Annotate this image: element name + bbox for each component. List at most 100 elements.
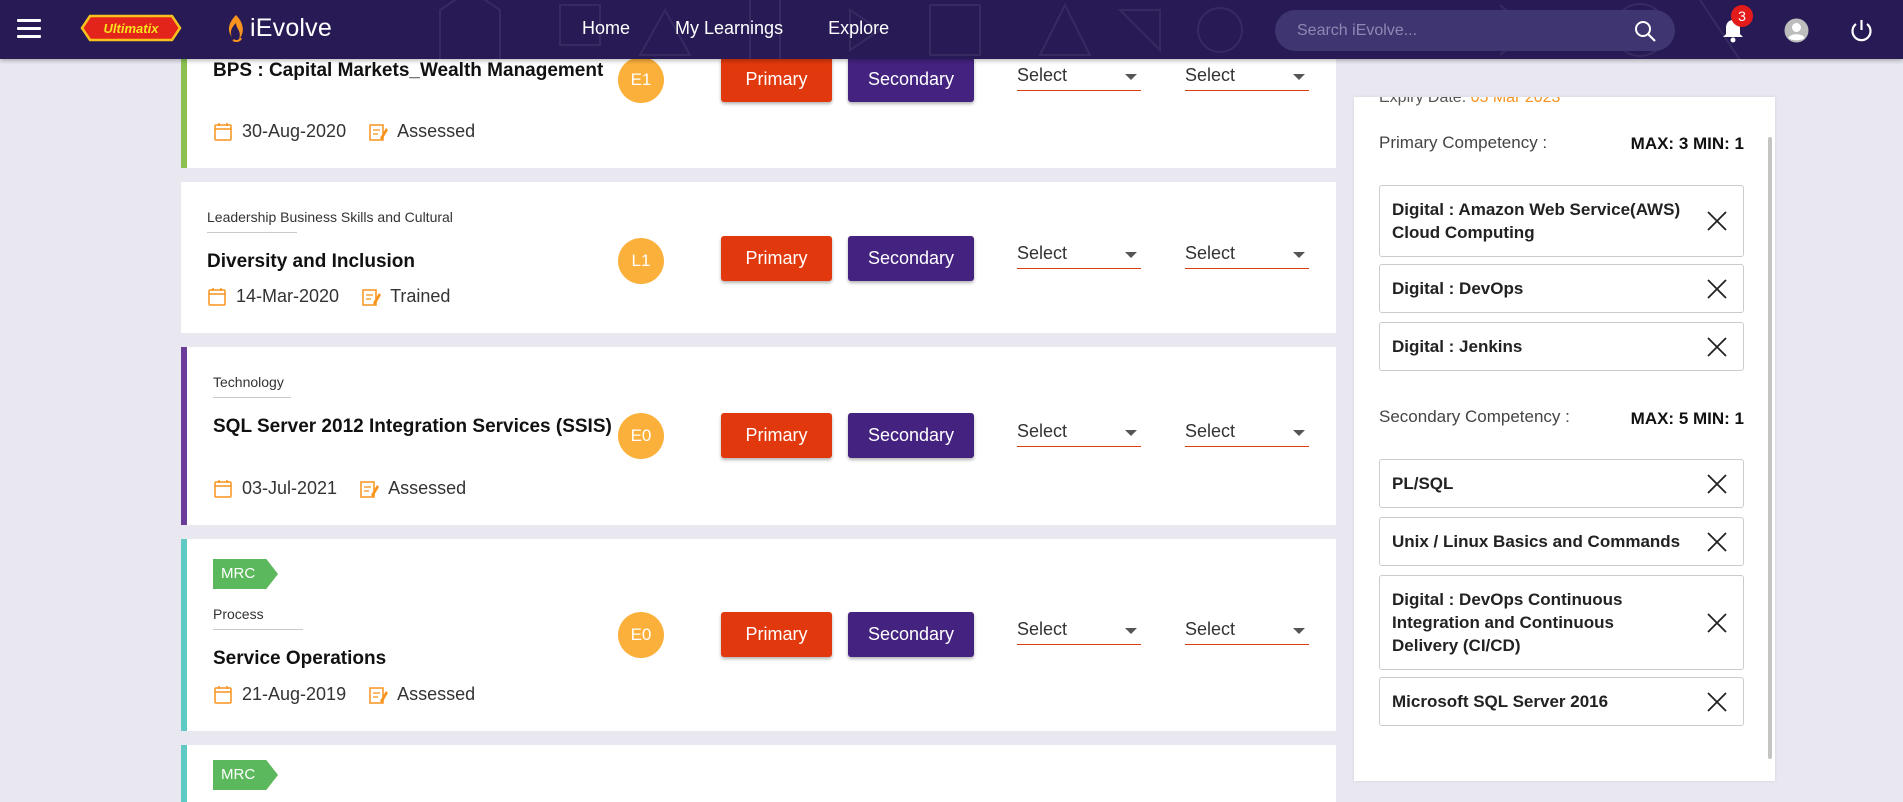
- hamburger-menu-icon[interactable]: [17, 19, 41, 39]
- primary-competency-select[interactable]: Select: [1017, 421, 1141, 447]
- chevron-down-icon: [1125, 252, 1137, 258]
- assessment-icon: [369, 686, 389, 704]
- select-value: Select: [1017, 65, 1068, 85]
- completion-date: 03-Jul-2021: [242, 478, 338, 498]
- calendar-icon: [214, 479, 232, 498]
- chevron-down-icon: [1293, 430, 1305, 436]
- category-divider: [213, 629, 303, 630]
- primary-competency-select[interactable]: Select: [1017, 243, 1141, 269]
- calendar-icon: [208, 287, 226, 306]
- expiry-date: Expiry Date: 05 Mar 2023: [1379, 97, 1560, 107]
- expiry-label: Expiry Date:: [1379, 97, 1467, 106]
- chevron-down-icon: [1125, 628, 1137, 634]
- close-icon[interactable]: [1705, 209, 1729, 233]
- learning-status: Assessed: [397, 684, 476, 704]
- proficiency-level-badge: E0: [618, 612, 664, 658]
- ievolve-logo[interactable]: iEvolve: [224, 11, 332, 45]
- secondary-competency-chip: PL/SQL: [1379, 459, 1744, 508]
- chip-label: Digital : Jenkins: [1392, 337, 1523, 356]
- chip-label: Digital : Amazon Web Service(AWS) Cloud …: [1392, 200, 1681, 242]
- mrc-tag: MRC: [213, 760, 278, 790]
- nav-explore[interactable]: Explore: [828, 18, 889, 39]
- mrc-tag: MRC: [213, 559, 278, 589]
- user-icon[interactable]: [1784, 18, 1809, 43]
- competency-panel: Expiry Date: 05 Mar 2023 Primary Compete…: [1354, 97, 1775, 781]
- select-value: Select: [1017, 243, 1068, 263]
- card-meta: 21-Aug-2019 Assessed: [213, 684, 475, 705]
- search-input[interactable]: [1275, 21, 1615, 40]
- primary-button[interactable]: Primary: [721, 236, 832, 281]
- primary-competency-select[interactable]: Select: [1017, 65, 1141, 91]
- notification-count-badge: 3: [1731, 5, 1753, 27]
- chip-label: Microsoft SQL Server 2016: [1392, 692, 1609, 711]
- secondary-competency-select[interactable]: Select: [1185, 421, 1309, 447]
- power-icon[interactable]: [1849, 18, 1874, 43]
- proficiency-level-badge: E1: [618, 57, 664, 103]
- course-category: Process: [213, 606, 264, 622]
- category-divider: [207, 232, 297, 233]
- card-status-stripe: [181, 745, 187, 802]
- close-icon[interactable]: [1705, 335, 1729, 359]
- primary-competency-chip: Digital : Amazon Web Service(AWS) Cloud …: [1379, 185, 1744, 257]
- course-category: Technology: [213, 374, 284, 390]
- course-title: BPS : Capital Markets_Wealth Management: [213, 60, 604, 81]
- chip-label: Unix / Linux Basics and Commands: [1392, 532, 1681, 551]
- primary-button[interactable]: Primary: [721, 413, 832, 458]
- secondary-competency-select[interactable]: Select: [1185, 619, 1309, 645]
- secondary-competency-select[interactable]: Select: [1185, 65, 1309, 91]
- close-icon[interactable]: [1705, 530, 1729, 554]
- assessment-icon: [362, 288, 382, 306]
- assessment-icon: [360, 480, 380, 498]
- close-icon[interactable]: [1705, 472, 1729, 496]
- card-status-stripe: [181, 539, 187, 731]
- primary-competency-chip: Digital : Jenkins: [1379, 322, 1744, 371]
- card-meta: 14-Mar-2020 Trained: [207, 286, 450, 307]
- select-value: Select: [1185, 421, 1236, 441]
- panel-scrollbar[interactable]: [1768, 137, 1772, 759]
- chevron-down-icon: [1293, 74, 1305, 80]
- learning-card: MRC Process Service Operations 21-Aug-20…: [181, 539, 1336, 731]
- ievolve-flame-icon: [228, 15, 243, 43]
- learning-card: Leadership Business Skills and Cultural …: [181, 182, 1336, 333]
- chevron-down-icon: [1125, 74, 1137, 80]
- secondary-button[interactable]: Secondary: [848, 413, 974, 458]
- primary-competency-title: Primary Competency :: [1379, 133, 1548, 152]
- chevron-down-icon: [1293, 252, 1305, 258]
- secondary-button[interactable]: Secondary: [848, 57, 974, 102]
- calendar-icon: [214, 122, 232, 141]
- primary-button[interactable]: Primary: [721, 612, 832, 657]
- select-value: Select: [1185, 619, 1236, 639]
- close-icon[interactable]: [1705, 277, 1729, 301]
- chip-label: Digital : DevOps Continuous Integration …: [1392, 590, 1623, 655]
- select-value: Select: [1185, 243, 1236, 263]
- expiry-value: 05 Mar 2023: [1470, 97, 1561, 106]
- nav-home[interactable]: Home: [582, 18, 630, 39]
- secondary-competency-select[interactable]: Select: [1185, 243, 1309, 269]
- primary-competency-select[interactable]: Select: [1017, 619, 1141, 645]
- card-meta: 30-Aug-2020 Assessed: [213, 121, 475, 142]
- card-status-stripe: [181, 47, 187, 168]
- secondary-button[interactable]: Secondary: [848, 236, 974, 281]
- close-icon[interactable]: [1705, 611, 1729, 635]
- card-meta: 03-Jul-2021 Assessed: [213, 478, 466, 499]
- secondary-competency-chip: Digital : DevOps Continuous Integration …: [1379, 575, 1744, 670]
- secondary-button[interactable]: Secondary: [848, 612, 974, 657]
- ultimatix-logo[interactable]: Ultimatix: [78, 12, 184, 44]
- chevron-down-icon: [1293, 628, 1305, 634]
- primary-competency-chip: Digital : DevOps: [1379, 264, 1744, 313]
- category-divider: [213, 397, 291, 398]
- nav-my-learnings[interactable]: My Learnings: [675, 18, 783, 39]
- chip-label: Digital : DevOps: [1392, 279, 1524, 298]
- card-status-stripe: [181, 347, 187, 525]
- search-icon[interactable]: [1633, 19, 1657, 43]
- close-icon[interactable]: [1705, 690, 1729, 714]
- completion-date: 30-Aug-2020: [242, 121, 347, 141]
- completion-date: 21-Aug-2019: [242, 684, 347, 704]
- learning-card: MRC: [181, 745, 1336, 802]
- completion-date: 14-Mar-2020: [236, 286, 340, 306]
- search-box: [1275, 10, 1675, 51]
- select-value: Select: [1017, 619, 1068, 639]
- svg-text:Ultimatix: Ultimatix: [104, 21, 160, 36]
- chevron-down-icon: [1125, 430, 1137, 436]
- primary-button[interactable]: Primary: [721, 57, 832, 102]
